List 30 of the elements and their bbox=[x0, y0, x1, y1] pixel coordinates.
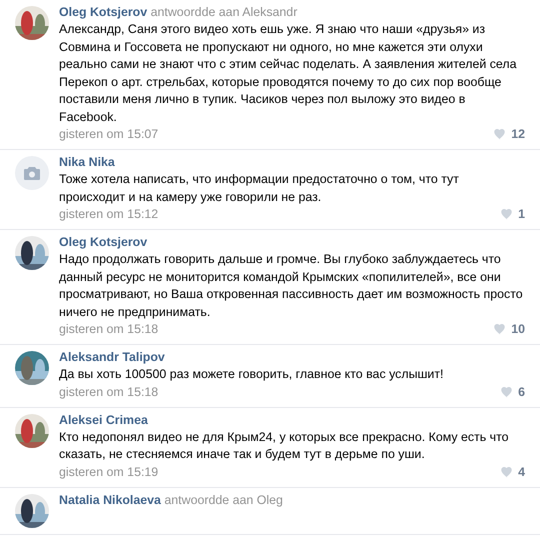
camera-icon bbox=[24, 166, 40, 180]
author-link[interactable]: Oleg Kotsjerov bbox=[59, 5, 148, 19]
comment-text: Надо продолжать говорить дальше и громче. Вы глубоко заблуждаетесь что данный ресурс не мониторится командой Крымских «попилителей», все они просматривают, но Ваша откровенная пассивность дает им возможность просто ничего не предпринимать. bbox=[59, 251, 524, 321]
author-link[interactable]: Oleg Kotsjerov bbox=[59, 235, 148, 249]
author-link[interactable]: Nika Nika bbox=[59, 155, 115, 169]
like-count: 12 bbox=[511, 126, 525, 143]
like-count: 10 bbox=[511, 321, 525, 338]
timestamp-link[interactable]: gisteren om 15:12 bbox=[59, 206, 158, 223]
comment-text: Александр, Саня этого видео хоть ешь уже. Я знаю что наши «друзья» из Совмина и Госсовета не пропускают ни одного, но мне кажется эти олухи реально сами не знают что с этим сейчас поделать. А заявления жителей села Перекоп о арт. стрельбах, которые проводятся почему то до сих пор вообще поставили меня лично в тупик. Часиков через пол выложу это видео в Facebook. bbox=[59, 21, 518, 126]
comment-text: Тоже хотела написать, что информации предостаточно о том, что тут происходит и на камеру уже говорили не раз. bbox=[59, 171, 460, 206]
heart-icon[interactable] bbox=[500, 466, 514, 478]
like-count: 1 bbox=[518, 206, 525, 223]
avatar-placeholder[interactable] bbox=[15, 156, 49, 190]
heart-icon[interactable] bbox=[493, 324, 506, 335]
reply-to-text: antwoordde aan Oleg bbox=[164, 492, 283, 506]
timestamp-link[interactable]: gisteren om 15:18 bbox=[59, 321, 158, 338]
like-count: 4 bbox=[518, 464, 525, 480]
author-link[interactable]: Aleksei Crimea bbox=[59, 412, 148, 426]
timestamp-link[interactable]: gisteren om 15:18 bbox=[59, 384, 158, 400]
timestamp-link[interactable]: gisteren om 15:07 bbox=[59, 126, 158, 143]
comment-text: Кто недопонял видео не для Крым24, у которых все прекрасно. Кому есть что сказать, не стесняемся иначе так и будем тут в дерьме по уши. bbox=[59, 428, 510, 463]
timestamp-link[interactable]: gisteren om 15:19 bbox=[59, 464, 158, 480]
like-count: 6 bbox=[518, 384, 525, 400]
author-link[interactable]: Natalia Nikolaeva bbox=[59, 492, 161, 506]
reply-to-text: antwoordde aan Aleksandr bbox=[150, 5, 298, 19]
comment-text: Да вы хоть 100500 раз можете говорить, главное кто вас услышит! bbox=[59, 366, 444, 383]
author-link[interactable]: Aleksandr Talipov bbox=[59, 350, 165, 364]
heart-icon[interactable] bbox=[493, 129, 506, 140]
heart-icon[interactable] bbox=[500, 209, 514, 220]
heart-icon[interactable] bbox=[500, 386, 514, 398]
